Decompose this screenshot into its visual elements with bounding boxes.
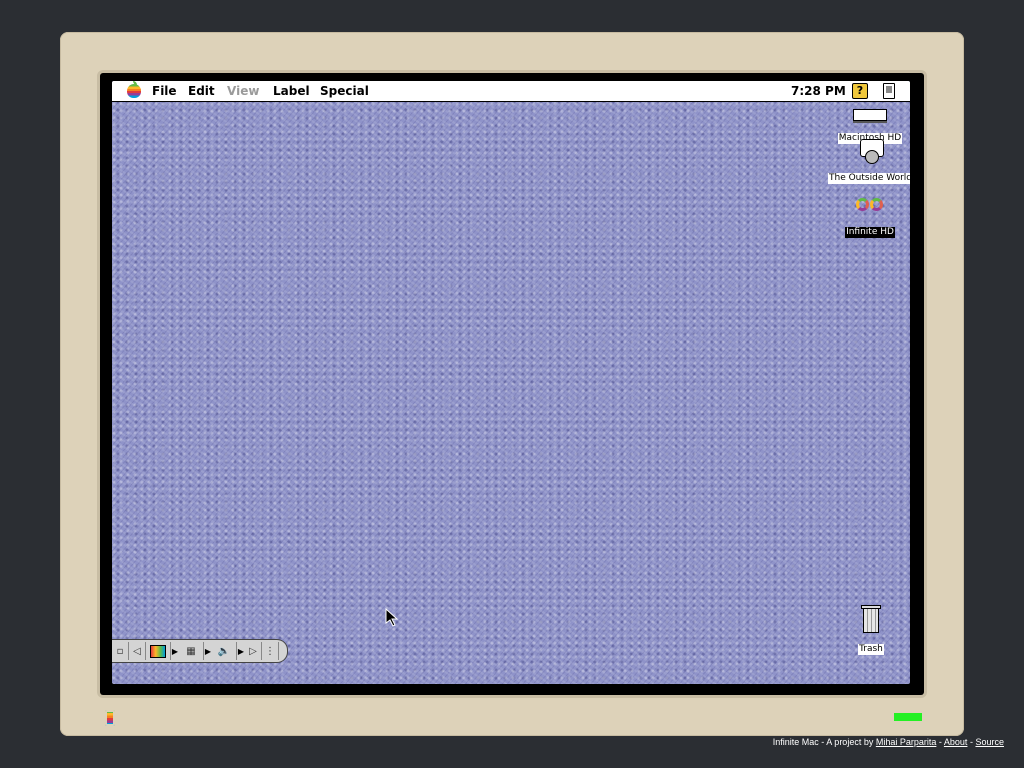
menu-bar: File Edit View Label Special 7:28 PM ? bbox=[112, 81, 910, 102]
desktop-icon-outside-world[interactable]: The Outside World bbox=[828, 137, 910, 184]
menu-special[interactable]: Special bbox=[320, 84, 369, 98]
trash-icon bbox=[861, 605, 881, 633]
help-icon[interactable]: ? bbox=[852, 83, 868, 99]
about-link[interactable]: About bbox=[944, 737, 968, 747]
control-strip-handle[interactable]: ⋮ bbox=[262, 642, 279, 660]
mouse-pointer-icon bbox=[385, 607, 399, 627]
source-link[interactable]: Source bbox=[975, 737, 1004, 747]
footer-separator: - bbox=[969, 737, 973, 747]
network-globe-icon bbox=[856, 137, 884, 164]
desktop-icon-label: The Outside World bbox=[828, 173, 910, 184]
desktop[interactable]: File Edit View Label Special 7:28 PM ? M… bbox=[112, 81, 910, 684]
control-strip-collapse-tab[interactable]: ▫ bbox=[112, 642, 129, 660]
control-strip[interactable]: ▫ ◁ ▶ ▦ ▶ 🔈 ▶ ▷ ⋮ bbox=[112, 639, 288, 663]
chevron-right-icon: ▶ bbox=[237, 646, 245, 656]
chevron-right-icon: ▶ bbox=[204, 646, 212, 656]
chevron-right-icon: ▶ bbox=[171, 646, 179, 656]
desktop-icon-label: Infinite HD bbox=[845, 227, 895, 238]
rainbow-apple-badge-icon bbox=[105, 710, 115, 726]
menu-view[interactable]: View bbox=[227, 84, 259, 98]
control-strip-resolution[interactable]: ▦ bbox=[179, 642, 204, 660]
desktop-icon-trash[interactable]: Trash bbox=[846, 605, 896, 655]
author-link[interactable]: Mihai Parparita bbox=[876, 737, 937, 747]
menu-edit[interactable]: Edit bbox=[188, 84, 215, 98]
desktop-icon-infinite-hd[interactable]: Infinite HD bbox=[830, 197, 910, 238]
power-led-icon bbox=[894, 713, 922, 721]
control-strip-monitor-depth[interactable] bbox=[146, 642, 171, 660]
infinite-hd-icon bbox=[853, 197, 887, 215]
control-strip-volume[interactable]: 🔈 bbox=[212, 642, 237, 660]
monitor-case: File Edit View Label Special 7:28 PM ? M… bbox=[60, 32, 964, 736]
apple-menu-icon[interactable] bbox=[127, 81, 141, 98]
footer-separator: - bbox=[938, 737, 942, 747]
control-strip-scroll-right-icon[interactable]: ▷ bbox=[245, 642, 262, 660]
footer: Infinite Mac - A project by Mihai Parpar… bbox=[773, 737, 1004, 747]
monitor-color-icon bbox=[150, 644, 166, 658]
application-menu-icon[interactable] bbox=[883, 83, 895, 99]
screen-bezel: File Edit View Label Special 7:28 PM ? M… bbox=[100, 73, 924, 695]
menu-label[interactable]: Label bbox=[273, 84, 310, 98]
menu-file[interactable]: File bbox=[152, 84, 177, 98]
desktop-icon-label: Trash bbox=[858, 644, 884, 655]
control-strip-scroll-left-icon[interactable]: ◁ bbox=[129, 642, 146, 660]
menu-clock[interactable]: 7:28 PM bbox=[791, 84, 846, 98]
footer-prefix: Infinite Mac - A project by bbox=[772, 737, 874, 747]
hard-disk-icon bbox=[853, 109, 887, 121]
